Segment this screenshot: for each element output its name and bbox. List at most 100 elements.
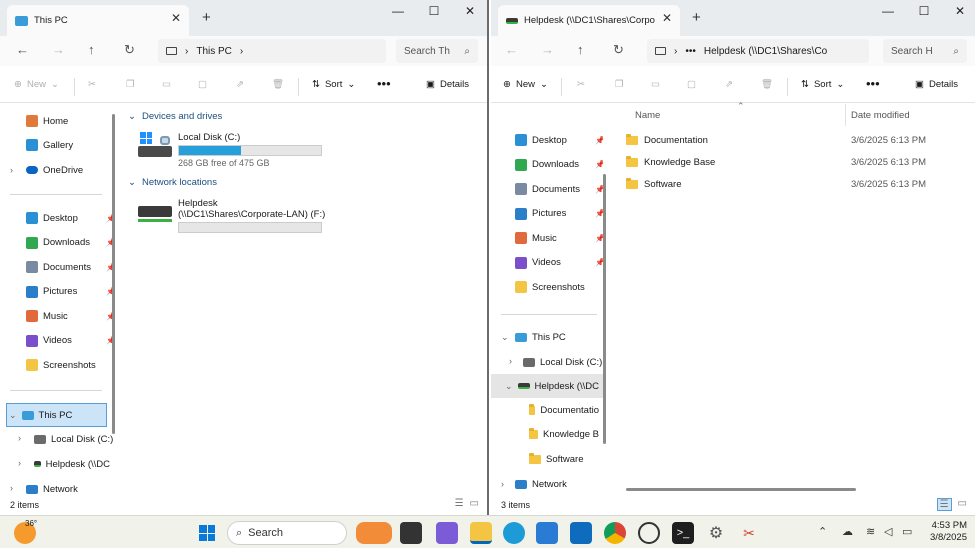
nav-helpdesk[interactable]: Helpdesk (\\DC <box>34 454 110 474</box>
nav-gallery[interactable]: Gallery <box>26 135 73 155</box>
search-input[interactable]: Search H ⌕ <box>883 39 967 63</box>
nav-quick-item[interactable]: Screenshots <box>26 355 112 375</box>
breadcrumb[interactable]: › This PC › <box>158 39 386 63</box>
maximize-icon[interactable]: ☐ <box>424 4 444 18</box>
nav-quick-item[interactable]: Videos📌 <box>26 331 112 351</box>
nav-quick-item[interactable]: Downloads📌 <box>515 155 603 175</box>
breadcrumb-item[interactable]: Helpdesk (\\DC1\Shares\Co <box>704 46 827 57</box>
settings-icon[interactable]: ⚙ <box>705 522 727 544</box>
tab-helpdesk[interactable]: Helpdesk (\\DC1\Shares\Corpo ✕ <box>498 5 680 36</box>
nav-quick-item[interactable]: Desktop📌 <box>26 208 112 228</box>
cut-icon[interactable]: ✂ <box>577 79 585 90</box>
chevron-right-icon[interactable]: › <box>18 458 21 468</box>
tiles-view-icon[interactable]: ▭ <box>470 498 479 509</box>
store-icon[interactable] <box>536 522 558 544</box>
chevron-right-icon[interactable]: › <box>501 479 504 489</box>
widgets-icon[interactable] <box>356 522 392 544</box>
pin-icon[interactable]: 📌 <box>595 234 603 243</box>
chevron-right-icon[interactable]: › <box>240 46 243 57</box>
breadcrumb-item[interactable]: This PC <box>196 46 232 57</box>
breadcrumb[interactable]: › ••• Helpdesk (\\DC1\Shares\Co <box>647 39 869 63</box>
cloud-icon[interactable]: ☁ <box>842 525 853 538</box>
sort-button[interactable]: ⇅ Sort ⌄ <box>312 79 355 90</box>
copy-icon[interactable]: ❐ <box>126 79 135 90</box>
nav-quick-item[interactable]: Music📌 <box>515 228 603 248</box>
nav-quick-item[interactable]: Pictures📌 <box>26 282 112 302</box>
file-explorer-icon[interactable] <box>470 522 492 544</box>
pin-icon[interactable]: 📌 <box>595 209 603 218</box>
forward-icon[interactable]: → <box>52 42 65 57</box>
rename-icon[interactable]: ▢ <box>687 79 696 90</box>
new-button[interactable]: ⊕ New ⌄ <box>14 79 59 90</box>
share-icon[interactable]: ⇗ <box>725 79 733 90</box>
nav-quick-item[interactable]: Videos📌 <box>515 253 603 273</box>
chevron-right-icon[interactable]: › <box>10 483 13 493</box>
nav-this-pc[interactable]: This PC <box>515 327 566 347</box>
nav-local-disk[interactable]: Local Disk (C:) <box>523 352 603 372</box>
chrome-icon[interactable] <box>604 522 626 544</box>
new-button[interactable]: ⊕ New ⌄ <box>503 79 548 90</box>
nav-quick-item[interactable]: Pictures📌 <box>515 204 603 224</box>
refresh-icon[interactable]: ↻ <box>124 42 135 58</box>
horizontal-scrollbar[interactable] <box>626 488 856 491</box>
drive-helpdesk[interactable]: Helpdesk (\\DC1\Shares\Corporate-LAN) (F… <box>138 198 325 233</box>
battery-icon[interactable]: ▭ <box>902 525 912 538</box>
file-row[interactable]: Software 3/6/2025 6:13 PM <box>626 174 966 194</box>
chevron-right-icon[interactable]: › <box>18 433 21 443</box>
task-view-icon[interactable] <box>400 522 422 544</box>
more-options-icon[interactable]: ••• <box>866 76 880 91</box>
nav-helpdesk[interactable]: ⌄ Helpdesk (\\DC <box>491 374 603 398</box>
chevron-up-icon[interactable]: ⌃ <box>818 525 827 538</box>
nav-home[interactable]: Home <box>26 111 68 131</box>
new-tab-icon[interactable]: + <box>202 9 211 26</box>
cut-icon[interactable]: ✂ <box>88 79 96 90</box>
more-path-icon[interactable]: ••• <box>685 46 696 57</box>
group-network-locations[interactable]: ⌄ Network locations <box>128 177 217 188</box>
nav-scrollbar[interactable] <box>603 174 606 444</box>
wifi-icon[interactable]: ≋ <box>866 525 875 538</box>
nav-quick-item[interactable]: Desktop📌 <box>515 130 603 150</box>
delete-icon[interactable]: 🗑 <box>272 79 284 90</box>
nav-quick-item[interactable]: Downloads📌 <box>26 233 112 253</box>
column-date-modified[interactable]: Date modified <box>851 110 910 121</box>
nav-local-disk[interactable]: Local Disk (C:) <box>34 429 114 449</box>
details-button[interactable]: ▣ Details <box>915 79 958 90</box>
back-icon[interactable]: ← <box>16 42 29 57</box>
snipping-tool-icon[interactable]: ✂ <box>738 522 760 544</box>
close-tab-icon[interactable]: ✕ <box>662 11 672 25</box>
details-view-icon[interactable]: ☰ <box>936 498 952 511</box>
chevron-down-icon[interactable]: ⌄ <box>501 332 509 343</box>
nav-quick-item[interactable]: Documents📌 <box>26 257 112 277</box>
nav-network[interactable]: Network <box>26 479 78 495</box>
column-name[interactable]: Name <box>635 110 660 121</box>
pin-icon[interactable]: 📌 <box>595 185 603 194</box>
details-view-icon[interactable]: ☰ <box>455 498 464 509</box>
file-row[interactable]: Knowledge Base 3/6/2025 6:13 PM <box>626 152 966 172</box>
nav-scrollbar[interactable] <box>112 114 115 434</box>
clock[interactable]: 4:53 PM 3/8/2025 <box>930 520 967 544</box>
nav-quick-item[interactable]: Music📌 <box>26 306 112 326</box>
share-icon[interactable]: ⇗ <box>236 79 244 90</box>
new-tab-icon[interactable]: + <box>692 9 701 26</box>
volume-icon[interactable]: ◁ <box>884 525 892 538</box>
nav-onedrive[interactable]: OneDrive <box>26 160 83 180</box>
search-input[interactable]: Search Th ⌕ <box>396 39 478 63</box>
close-tab-icon[interactable]: ✕ <box>171 11 181 25</box>
forward-icon[interactable]: → <box>541 42 554 57</box>
more-options-icon[interactable]: ••• <box>377 76 391 91</box>
pin-icon[interactable]: 📌 <box>595 136 603 145</box>
nav-this-pc[interactable]: ⌄ This PC <box>6 403 107 427</box>
paste-icon[interactable]: ▭ <box>651 79 660 90</box>
nav-network[interactable]: Network <box>515 474 567 494</box>
sort-button[interactable]: ⇅ Sort ⌄ <box>801 79 844 90</box>
up-icon[interactable]: ↑ <box>88 42 95 57</box>
app-icon[interactable] <box>638 522 660 544</box>
refresh-icon[interactable]: ↻ <box>613 42 624 58</box>
nav-quick-item[interactable]: Screenshots <box>515 277 603 297</box>
nav-subfolder[interactable]: Software <box>529 449 599 469</box>
start-icon[interactable] <box>196 522 218 544</box>
copy-icon[interactable]: ❐ <box>615 79 624 90</box>
app-icon[interactable] <box>436 522 458 544</box>
tab-this-pc[interactable]: This PC ✕ <box>7 5 189 36</box>
minimize-icon[interactable]: — <box>388 4 408 18</box>
